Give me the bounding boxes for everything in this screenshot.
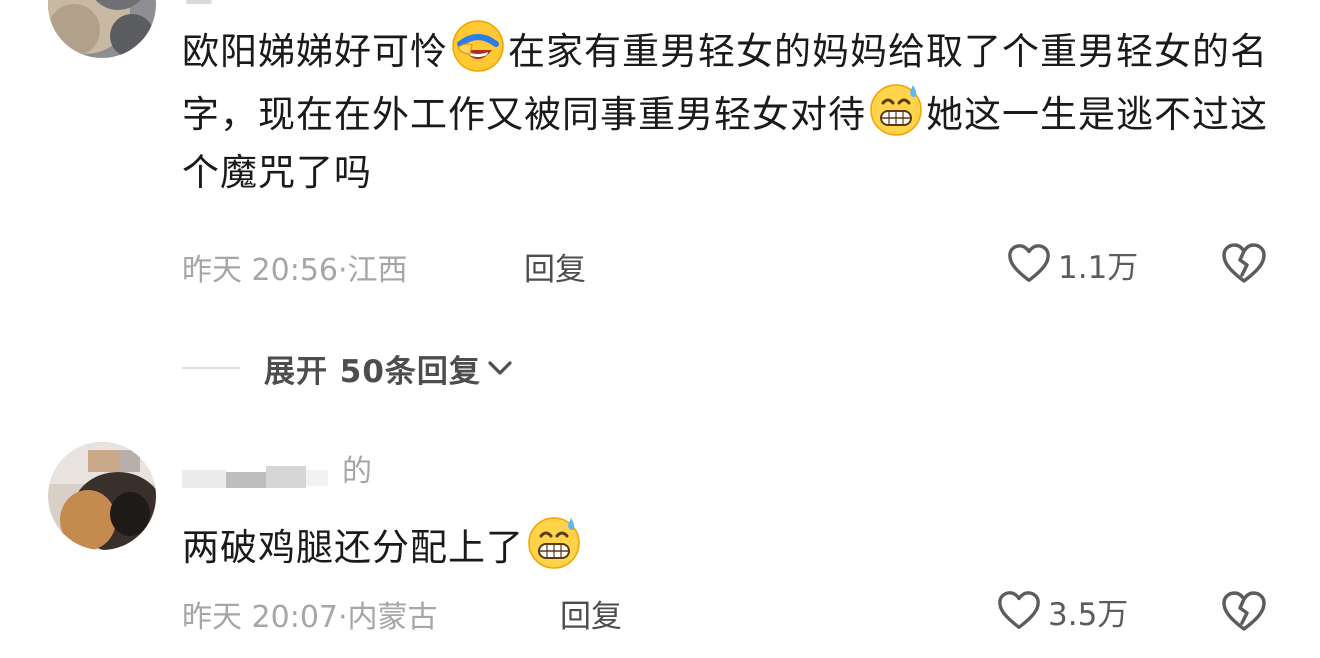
chevron-down-icon bbox=[485, 353, 515, 383]
reply-button[interactable]: 回复 bbox=[524, 244, 586, 289]
divider-line bbox=[182, 367, 240, 369]
comment-feed: 欧阳娣娣好可怜 在家有重男轻女的妈妈给取了个重男轻女的名字，现在在外工作又被同事… bbox=[0, 0, 1320, 658]
broken-heart-icon bbox=[1220, 588, 1268, 636]
avatar[interactable] bbox=[48, 0, 156, 58]
comment-location: 江西 bbox=[347, 253, 408, 288]
comment-time: 昨天 20:56 bbox=[182, 253, 338, 288]
grinning-sweat-emoji-icon bbox=[526, 514, 582, 570]
like-button[interactable]: 3.5万 bbox=[996, 588, 1128, 634]
heart-icon bbox=[1006, 241, 1052, 287]
comment-text: 欧阳娣娣好可怜 在家有重男轻女的妈妈给取了个重男轻女的名字，现在在外工作又被同事… bbox=[182, 18, 1282, 202]
like-button[interactable]: 1.1万 bbox=[1006, 241, 1138, 287]
comment-time: 昨天 20:07 bbox=[182, 600, 338, 635]
meta-separator: · bbox=[338, 600, 348, 635]
like-count: 3.5万 bbox=[1048, 596, 1129, 633]
comment-text-part: 欧阳娣娣好可怜 bbox=[182, 30, 448, 73]
comment-text-part: 两破鸡腿还分配上了 bbox=[182, 526, 524, 569]
comment-meta: 昨天 20:56·江西 bbox=[182, 245, 408, 289]
broken-heart-icon bbox=[1220, 240, 1268, 288]
expand-replies-button[interactable]: 展开 50条回复 bbox=[182, 346, 515, 390]
previous-username-fragment bbox=[186, 0, 212, 4]
reply-button[interactable]: 回复 bbox=[560, 591, 622, 636]
username-fragment: 的 bbox=[342, 454, 372, 489]
avatar[interactable] bbox=[48, 442, 156, 550]
comment-location: 内蒙古 bbox=[347, 600, 438, 635]
grinning-sweat-emoji-icon bbox=[868, 81, 924, 137]
comment-meta: 昨天 20:07·内蒙古 bbox=[182, 592, 438, 636]
like-count: 1.1万 bbox=[1058, 249, 1139, 286]
dislike-button[interactable] bbox=[1220, 588, 1268, 636]
dislike-button[interactable] bbox=[1220, 240, 1268, 288]
meta-separator: · bbox=[338, 253, 348, 288]
username-blurred[interactable] bbox=[182, 452, 422, 492]
heart-icon bbox=[996, 588, 1042, 634]
expand-replies-label: 展开 50条回复 bbox=[264, 353, 481, 390]
face-palm-laugh-emoji-icon bbox=[450, 18, 506, 74]
comment-text: 两破鸡腿还分配上了 bbox=[182, 514, 1282, 577]
